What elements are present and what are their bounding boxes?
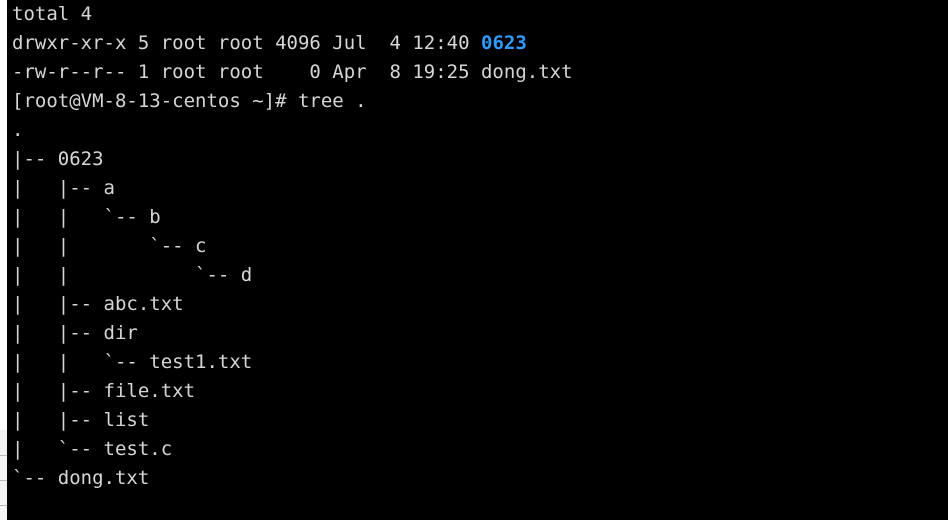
line-ls-dir-0623-segment: 0623 [481,32,527,54]
line-tree-testc-segment: | `-- test.c [12,438,173,460]
left-edge-panel-lower [0,430,7,520]
line-tree-d: | | `-- d [7,261,948,290]
line-tree-root: . [7,116,948,145]
line-tree-abc: | |-- abc.txt [7,290,948,319]
left-edge-panel[interactable] [0,0,7,520]
left-edge-panel-divider-2 [0,505,7,506]
line-tree-dongtxt: `-- dong.txt [7,464,948,493]
line-tree-list-segment: | |-- list [12,409,150,431]
line-tree-0623: |-- 0623 [7,145,948,174]
line-ls-dir-0623-segment: drwxr-xr-x 5 root root 4096 Jul 4 12:40 [12,32,481,54]
line-tree-file: | |-- file.txt [7,377,948,406]
line-tree-test1-segment: | | `-- test1.txt [12,351,253,373]
line-prompt-tree: [root@VM-8-13-centos ~]# tree . [7,87,948,116]
line-tree-b: | | `-- b [7,203,948,232]
line-prompt-tree-segment: [root@VM-8-13-centos ~]# tree . [12,90,367,112]
line-ls-file-dong: -rw-r--r-- 1 root root 0 Apr 8 19:25 don… [7,58,948,87]
line-tree-abc-segment: | |-- abc.txt [12,293,184,315]
line-tree-a-segment: | |-- a [12,177,115,199]
line-tree-test1: | | `-- test1.txt [7,348,948,377]
line-tree-dir-segment: | |-- dir [12,322,138,344]
line-total: total 4 [7,0,948,29]
line-tree-c-segment: | | `-- c [12,235,207,257]
line-tree-dongtxt-segment: `-- dong.txt [12,467,150,489]
line-tree-0623-segment: |-- 0623 [12,148,104,170]
line-tree-dir: | |-- dir [7,319,948,348]
left-edge-panel-divider-0 [0,455,7,456]
line-tree-d-segment: | | `-- d [12,264,253,286]
line-tree-b-segment: | | `-- b [12,206,161,228]
line-tree-a: | |-- a [7,174,948,203]
terminal-screen: total 4 drwxr-xr-x 5 root root 4096 Jul 4… [0,0,948,520]
line-tree-testc: | `-- test.c [7,435,948,464]
left-edge-panel-divider-1 [0,480,7,481]
terminal-output-area[interactable]: total 4 drwxr-xr-x 5 root root 4096 Jul 4… [7,0,948,520]
line-tree-list: | |-- list [7,406,948,435]
line-total-segment: total 4 [12,3,93,25]
line-ls-file-dong-segment: -rw-r--r-- 1 root root 0 Apr 8 19:25 don… [12,61,573,83]
line-tree-c: | | `-- c [7,232,948,261]
line-ls-dir-0623: drwxr-xr-x 5 root root 4096 Jul 4 12:40 … [7,29,948,58]
line-tree-file-segment: | |-- file.txt [12,380,196,402]
line-tree-root-segment: . [12,119,24,141]
